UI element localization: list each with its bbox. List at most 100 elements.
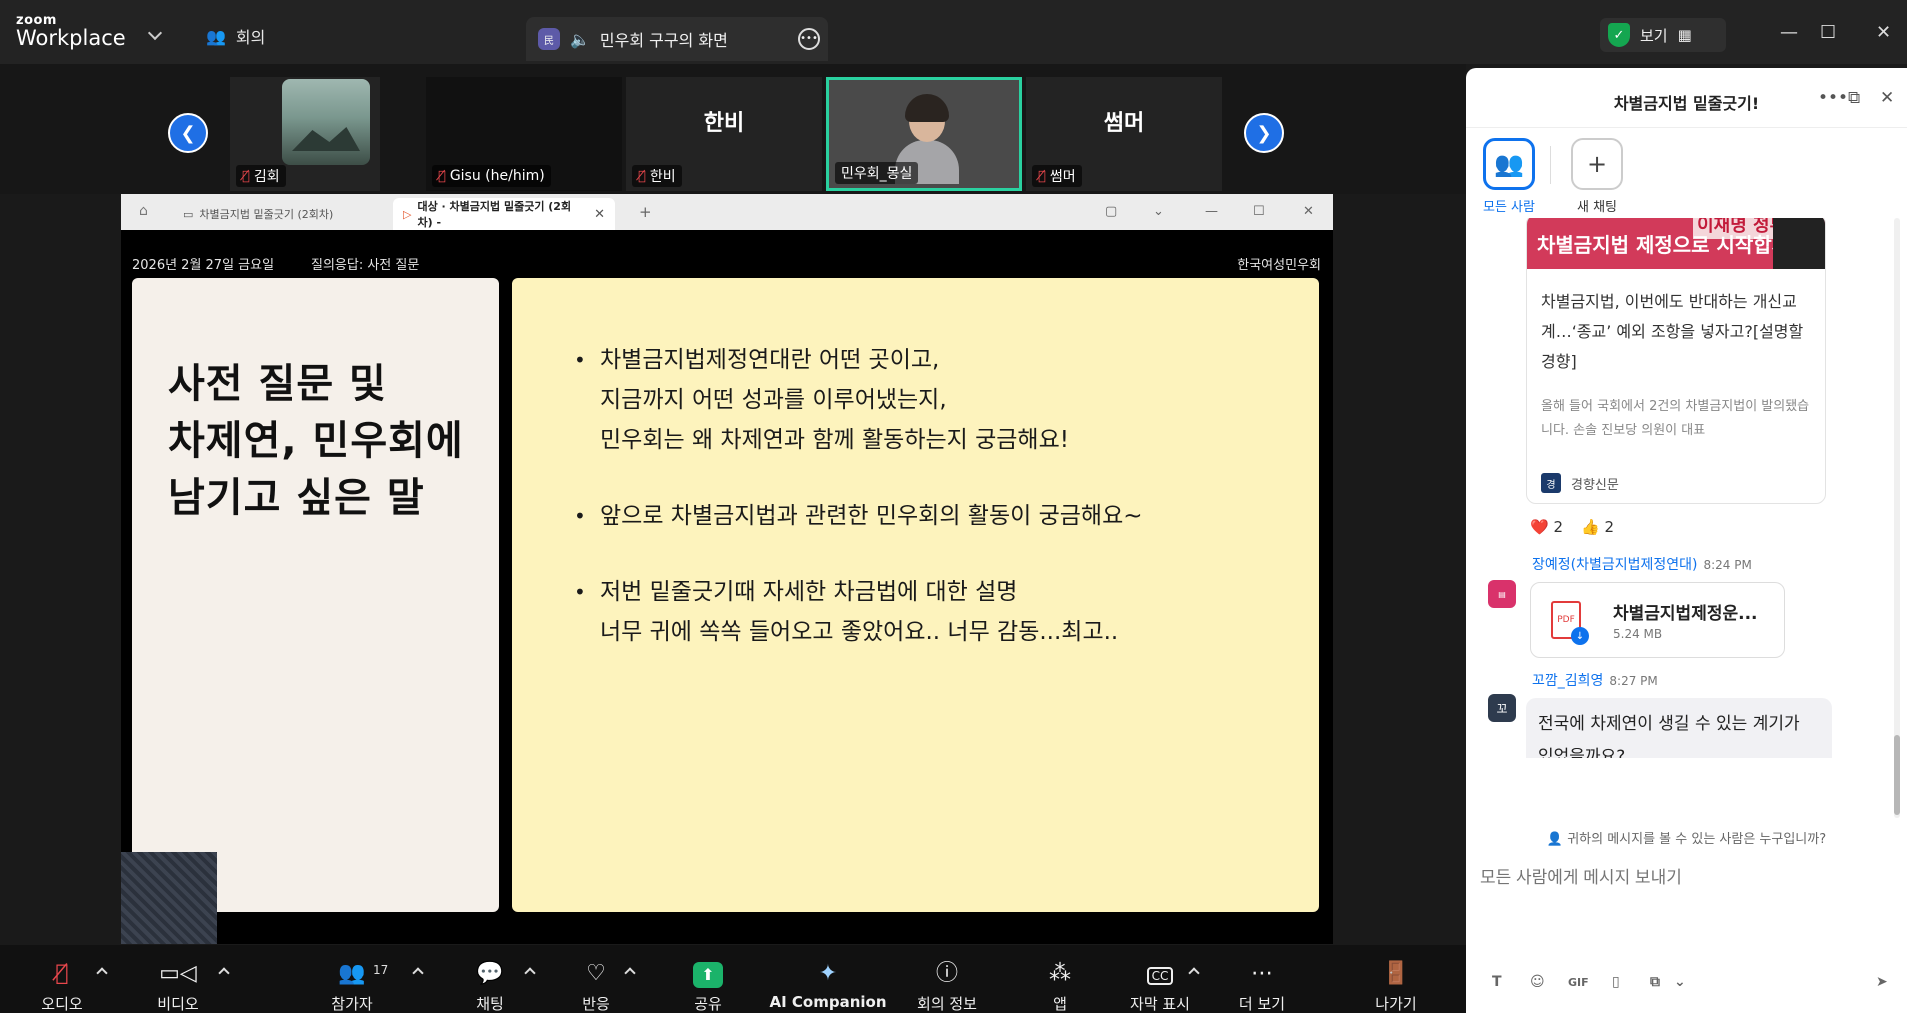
participant-tile[interactable]: 🎙̸ Gisu (he/him) (426, 77, 622, 191)
scrollbar-thumb[interactable] (1894, 735, 1900, 815)
message-list[interactable]: 이재명 정부, 차별금지법 제정으로 시작합시다 차별금지법, 이번에도 반대하… (1466, 218, 1907, 758)
meeting-tab-label: 회의 (235, 28, 266, 47)
more-button[interactable]: ⋯ 더 보기 (1212, 959, 1312, 1013)
mic-off-icon: 🎙̸ (638, 168, 646, 184)
prev-page-button[interactable]: ❮ (168, 113, 208, 153)
slide-left-title: 사전 질문 및 차제연, 민우회에 남기고 싶은 말 (168, 361, 464, 521)
slide-left-card: 사전 질문 및 차제연, 민우회에 남기고 싶은 말 (132, 278, 499, 912)
grid-icon: ▦ (1677, 26, 1692, 44)
participants-options-caret[interactable] (412, 967, 424, 979)
send-icon[interactable]: ➤ (1876, 974, 1888, 990)
link-preview-source: 경 경향신문 (1541, 473, 1619, 493)
chevron-down-icon[interactable] (147, 25, 163, 41)
chat-message-input[interactable] (1480, 868, 1880, 888)
scrollbar-track[interactable] (1894, 218, 1900, 818)
gif-button[interactable]: GIF (1568, 976, 1589, 989)
message-bubble[interactable]: 전국에 차제연이 생길 수 있는 계기가 있었을까요? (1526, 698, 1832, 758)
plus-icon: + (1571, 138, 1623, 190)
chevron-down-icon[interactable]: ⌄ (1153, 204, 1164, 219)
file-attachment[interactable]: PDF ↓ 차별금지법제정운... 5.24 MB (1530, 582, 1785, 658)
new-tab-icon[interactable]: + (639, 203, 652, 221)
meeting-info-button[interactable]: ⓘ 회의 정보 (897, 959, 997, 1013)
download-icon[interactable]: ↓ (1571, 627, 1589, 645)
window-icon[interactable]: ▢ (1105, 204, 1117, 219)
list-item: 앞으로 차별금지법과 관련한 민우회의 활동이 궁금해요~ (574, 496, 1143, 536)
participant-big-name: 한비 (703, 111, 745, 136)
more-options-icon[interactable]: ••• (798, 28, 820, 50)
meeting-tab[interactable]: 👥 회의 (206, 24, 265, 48)
minimize-icon[interactable]: — (1780, 22, 1798, 43)
audio-button[interactable]: 🎙̸ 오디오 (12, 959, 112, 1013)
speaker-icon: 🔈 (570, 29, 590, 49)
sparkle-icon: ✦ (818, 961, 838, 986)
self-view-thumbnail[interactable] (121, 852, 217, 944)
text-format-icon[interactable]: T (1492, 974, 1502, 990)
close-tab-icon[interactable]: ✕ (594, 207, 605, 222)
chat-button[interactable]: 💬 채팅 (440, 959, 540, 1013)
cc-icon: CC (1146, 967, 1174, 985)
leave-button[interactable]: 🚪 나가기 (1346, 959, 1446, 1013)
chevron-down-icon[interactable]: ⌄ (1674, 974, 1686, 990)
close-icon[interactable]: ✕ (1880, 88, 1894, 108)
maximize-icon[interactable]: ☐ (1820, 22, 1836, 43)
close-icon[interactable]: ✕ (1876, 22, 1891, 43)
play-icon: ▷ (403, 207, 412, 221)
share-tab-label: 민우회 구구의 화면 (599, 31, 728, 50)
participant-big-name: 썸머 (1103, 111, 1145, 136)
react-button[interactable]: ♡ 반응 (546, 959, 646, 1013)
link-preview-desc: 올해 들어 국회에서 2건의 차별금지법이 발의됐습니다. 손솔 진보당 의원이… (1541, 399, 1810, 438)
minimize-icon[interactable]: — (1205, 204, 1218, 219)
ai-companion-button[interactable]: ✦ AI Companion (768, 959, 888, 1011)
file-name: 차별금지법제정운... (1613, 604, 1758, 624)
chat-panel: 차별금지법 밑줄긋기! ••• ⧉ ✕ 👥 모든 사람 + 새 채팅 이재명 정… (1466, 68, 1907, 1013)
info-icon: ⓘ (935, 961, 958, 986)
list-item: 저번 밑줄긋기때 자세한 차금법에 대한 설명 너무 귀에 쏙쏙 들어오고 좋았… (574, 572, 1143, 652)
participant-tile-active-speaker[interactable]: 민우회_몽실 (826, 77, 1022, 191)
message-sender: 꼬깜_김희영 8:27 PM (1532, 673, 1658, 689)
participant-tile[interactable]: 한비 🎙̸ 한비 (626, 77, 822, 191)
who-can-see-link[interactable]: 👤 귀하의 메시지를 볼 수 있는 사람은 누구입니까? (1466, 828, 1907, 847)
screenshot-icon[interactable]: ⧉ (1650, 974, 1660, 990)
pop-out-icon[interactable]: ⧉ (1848, 88, 1860, 108)
mic-off-icon: 🎙̸ (1038, 168, 1046, 184)
avatar[interactable]: ▤ (1488, 580, 1516, 608)
file-icon[interactable]: ▯ (1612, 974, 1620, 990)
participant-tile[interactable]: 썸머 🎙̸ 썸머 (1026, 77, 1222, 191)
link-preview-card[interactable]: 이재명 정부, 차별금지법 제정으로 시작합시다 차별금지법, 이번에도 반대하… (1526, 218, 1826, 504)
next-page-button[interactable]: ❯ (1244, 113, 1284, 153)
reaction-heart[interactable]: ❤️ 2 (1530, 518, 1563, 536)
share-screen-button[interactable]: ⬆ 공유 (658, 959, 758, 1013)
participants-count: 17 (373, 963, 389, 977)
format-toolbar: T ☺ GIF ▯ ⧉ ⌄ ➤ (1466, 974, 1907, 1002)
emoji-icon[interactable]: ☺ (1530, 974, 1545, 990)
captions-button[interactable]: CC 자막 표시 (1110, 959, 1210, 1013)
meeting-toolbar: 🎙̸ 오디오 ▭◁ 비디오 👥 참가자 17 💬 채팅 ♡ 반응 ⬆ 공유 ✦ … (0, 945, 1466, 1013)
participant-name: 🎙̸ 썸머 (1032, 165, 1082, 187)
channel-everyone[interactable]: 👥 모든 사람 (1474, 138, 1544, 215)
chat-header: 차별금지법 밑줄긋기! ••• ⧉ ✕ (1466, 68, 1907, 128)
reaction-thumbs-up[interactable]: 👍 2 (1581, 518, 1614, 536)
app-icon: 民 (538, 28, 560, 50)
share-tab[interactable]: 民 🔈 민우회 구구의 화면 ••• (526, 17, 828, 61)
avatar[interactable]: 꼬 (1488, 694, 1516, 722)
maximize-icon[interactable]: ☐ (1253, 204, 1265, 219)
divider (1550, 146, 1551, 184)
close-icon[interactable]: ✕ (1303, 204, 1314, 219)
participant-tile[interactable]: 🎙̸ 김회 (230, 77, 380, 191)
browser-tab-active[interactable]: ▷ 대상 · 차별금지법 밑줄긋기 (2회차) - ✕ (393, 198, 615, 230)
apps-button[interactable]: ⁂ 앱 (1010, 959, 1110, 1013)
new-chat-button[interactable]: + 새 채팅 (1562, 138, 1632, 215)
shield-check-icon: ✓ (1608, 23, 1630, 47)
shared-browser-titlebar: ⌂ ▭ 차별금지법 밑줄긋기 (2회차) ▷ 대상 · 차별금지법 밑줄긋기 (… (121, 194, 1333, 230)
home-icon[interactable]: ⌂ (139, 203, 148, 219)
more-options-icon[interactable]: ••• (1818, 88, 1848, 108)
link-preview-title: 차별금지법, 이번에도 반대하는 개신교계…‘종교’ 예외 조항을 넣자고?[설… (1541, 292, 1804, 371)
view-button[interactable]: ✓ 보기 ▦ (1600, 18, 1726, 52)
more-options-icon: ⋯ (1251, 961, 1273, 986)
browser-tab[interactable]: ▭ 차별금지법 밑줄긋기 (2회차) (173, 198, 343, 230)
mic-off-icon: 🎙̸ (438, 168, 446, 184)
mic-off-icon: 🎙̸ (242, 168, 250, 184)
share-arrow-icon: ⬆ (693, 962, 723, 988)
video-button[interactable]: ▭◁ 비디오 (128, 959, 228, 1013)
logo-line2: Workplace (16, 26, 126, 50)
